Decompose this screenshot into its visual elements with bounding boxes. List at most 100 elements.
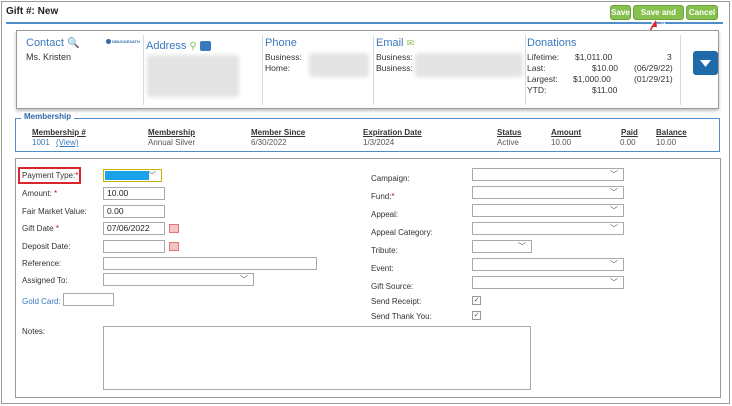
appeal-select[interactable]: ﹀ — [472, 204, 624, 217]
email-redacted — [415, 53, 523, 77]
chevron-down-icon: ﹀ — [610, 206, 618, 215]
amount-value: 10.00 — [551, 138, 572, 147]
col-expiration-date[interactable]: Expiration Date — [363, 128, 422, 137]
send-thank-you-checkbox[interactable]: ✓ — [472, 311, 481, 320]
gold-card-input[interactable] — [63, 293, 114, 306]
last-amount: $10.00 — [592, 63, 618, 73]
status-value: Active — [497, 138, 519, 147]
phone-business-label: Business: — [265, 52, 302, 62]
notes-label: Notes: — [22, 327, 46, 336]
chevron-down-icon: ﹀ — [610, 278, 618, 287]
title-divider — [6, 22, 723, 24]
send-receipt-checkbox[interactable]: ✓ — [472, 296, 481, 305]
balance-value: 10.00 — [656, 138, 677, 147]
contact-panel: Contact 🔍 Ms. Kristen DBUCKESATH Address… — [16, 30, 719, 109]
paid-value: 0.00 — [620, 138, 636, 147]
appeal-label: Appeal: — [371, 210, 399, 219]
largest-amount: $1,000.00 — [573, 74, 611, 84]
fair-market-value-input[interactable]: 0.00 — [103, 205, 165, 218]
col-membership-number[interactable]: Membership # — [32, 128, 86, 137]
column-divider — [373, 35, 374, 105]
send-receipt-label: Send Receipt: — [371, 297, 422, 306]
gift-date-input[interactable]: 07/06/2022 — [103, 222, 165, 235]
address-redacted — [147, 55, 239, 97]
member-since-value: 6/30/2022 — [251, 138, 287, 147]
deposit-date-label: Deposit Date: — [22, 242, 71, 251]
largest-label: Largest: — [527, 74, 558, 84]
notes-textarea[interactable] — [103, 326, 531, 390]
contact-badge: DBUCKESATH — [106, 39, 140, 45]
phone-home-label: Home: — [265, 63, 291, 73]
view-membership-link[interactable]: (View) — [56, 138, 79, 147]
save-and-exit-button[interactable]: Save and Exit — [633, 5, 684, 30]
email-title: Email ✉ — [376, 37, 415, 49]
chevron-down-icon: ﹀ — [610, 170, 618, 179]
contact-name: Ms. Kristen — [26, 52, 72, 62]
campaign-label: Campaign: — [371, 174, 410, 183]
column-divider — [262, 35, 263, 105]
address-title: Address ⚲ — [146, 40, 211, 52]
cancel-button[interactable]: Cancel — [686, 5, 718, 20]
phone-redacted — [309, 53, 369, 77]
col-membership[interactable]: Membership — [148, 128, 195, 137]
lifetime-amount: $1,011.00 — [575, 52, 613, 62]
tribute-select[interactable]: ﹀ — [472, 240, 532, 253]
reference-input[interactable] — [103, 257, 317, 270]
lifetime-count: 3 — [667, 52, 672, 62]
fair-market-value-label: Fair Market Value: — [22, 207, 87, 216]
chevron-down-icon: ﹀ — [240, 275, 248, 284]
phone-title: Phone — [265, 37, 297, 49]
payment-type-label: Payment Type:* — [22, 171, 79, 180]
last-label: Last: — [527, 63, 546, 73]
membership-type: Annual Silver — [148, 138, 196, 147]
column-divider — [680, 35, 681, 105]
chevron-down-icon: ﹀ — [610, 188, 618, 197]
gift-source-select[interactable]: ﹀ — [472, 276, 624, 289]
payment-type-selected — [105, 171, 149, 180]
calendar-icon[interactable] — [169, 224, 179, 233]
page-title: Gift #: New — [6, 6, 59, 17]
chevron-down-icon: ﹀ — [610, 224, 618, 233]
email-business-label: Business: — [376, 63, 413, 73]
event-select[interactable]: ﹀ — [472, 258, 624, 271]
save-button[interactable]: Save — [610, 5, 631, 20]
payment-type-select[interactable]: ﹀ — [103, 169, 162, 182]
gift-source-label: Gift Source: — [371, 282, 414, 291]
assigned-to-label: Assigned To: — [22, 276, 68, 285]
membership-number-link[interactable]: 1001 — [32, 138, 50, 147]
last-date: (06/29/22) — [634, 63, 673, 73]
fund-select[interactable]: ﹀ — [472, 186, 624, 199]
logo-icon — [106, 39, 111, 45]
reference-label: Reference: — [22, 259, 62, 268]
deposit-date-input[interactable] — [103, 240, 165, 253]
expand-button[interactable] — [693, 51, 718, 75]
gift-date-label: Gift Date * — [22, 224, 59, 233]
col-member-since[interactable]: Member Since — [251, 128, 305, 137]
col-status[interactable]: Status — [497, 128, 521, 137]
map-pin-icon[interactable]: ⚲ — [189, 41, 196, 52]
send-thank-you-label: Send Thank You: — [371, 312, 432, 321]
calendar-icon[interactable] — [169, 242, 179, 251]
contact-title[interactable]: Contact 🔍 — [26, 37, 79, 49]
ytd-amount: $11.00 — [592, 85, 618, 95]
amount-input[interactable]: 10.00 — [103, 187, 165, 200]
col-paid[interactable]: Paid — [621, 128, 638, 137]
event-label: Event: — [371, 264, 394, 273]
search-icon[interactable]: 🔍 — [67, 38, 79, 49]
appeal-category-label: Appeal Category: — [371, 228, 433, 237]
chevron-down-icon — [700, 60, 711, 67]
col-balance[interactable]: Balance — [656, 128, 687, 137]
chevron-down-icon: ﹀ — [518, 242, 526, 251]
assigned-to-select[interactable]: ﹀ — [103, 273, 254, 286]
column-divider — [525, 35, 526, 105]
chevron-down-icon: ﹀ — [610, 260, 618, 269]
col-amount[interactable]: Amount — [551, 128, 581, 137]
envelope-icon[interactable]: ✉ — [407, 38, 415, 48]
donations-title: Donations — [527, 37, 577, 49]
lifetime-label: Lifetime: — [527, 52, 560, 62]
campaign-select[interactable]: ﹀ — [472, 168, 624, 181]
gold-card-link[interactable]: Gold Card: — [22, 297, 61, 306]
edit-icon[interactable] — [199, 41, 211, 52]
column-divider — [143, 35, 144, 105]
appeal-category-select[interactable]: ﹀ — [472, 222, 624, 235]
